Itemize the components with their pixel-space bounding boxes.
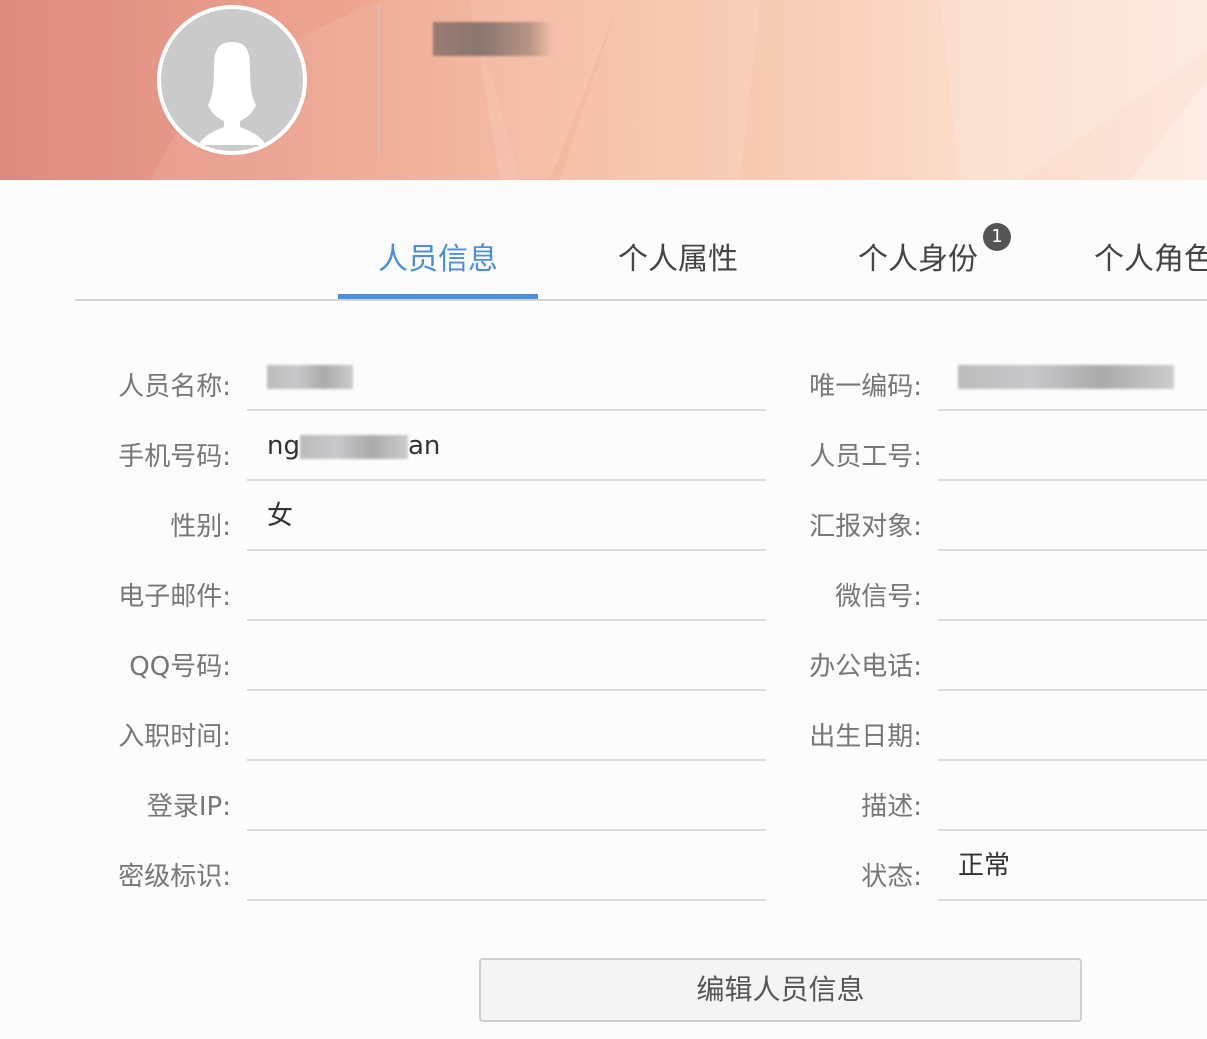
profile-header	[0, 0, 1207, 180]
status-field[interactable]: 正常	[938, 831, 1207, 901]
redacted-value	[267, 364, 353, 389]
unique-code-field[interactable]	[938, 341, 1207, 411]
field-label: 汇报对象:	[809, 512, 922, 542]
field-label: 登录IP:	[146, 792, 231, 822]
field-label: 密级标识:	[118, 862, 231, 892]
employee-number-field[interactable]	[938, 411, 1207, 481]
field-label: 人员工号:	[809, 442, 922, 472]
report-to-field[interactable]	[938, 481, 1207, 551]
birth-date-field[interactable]	[938, 691, 1207, 761]
field-label: 微信号:	[835, 582, 922, 612]
wechat-field[interactable]	[938, 551, 1207, 621]
field-label: 性别:	[170, 512, 231, 542]
user-name-redacted	[433, 22, 553, 56]
header-divider	[378, 5, 380, 158]
office-phone-field[interactable]	[938, 621, 1207, 691]
phone-field[interactable]: ng an	[247, 411, 766, 481]
redacted-value	[299, 434, 408, 459]
field-label: 唯一编码:	[809, 372, 922, 402]
tab-personal-attributes[interactable]: 个人属性	[578, 210, 778, 299]
security-level-field[interactable]	[247, 831, 766, 901]
tab-label: 个人角色	[1094, 242, 1207, 277]
identity-count-badge: 1	[983, 223, 1011, 251]
login-ip-field[interactable]	[247, 761, 766, 831]
tab-bar: 人员信息 个人属性 个人身份 1 个人角色	[75, 210, 1207, 301]
tab-label: 个人属性	[618, 242, 738, 277]
person-name-field[interactable]	[247, 341, 766, 411]
field-label: 出生日期:	[809, 722, 922, 752]
field-label: 人员名称:	[118, 372, 231, 402]
field-label: 手机号码:	[118, 442, 231, 472]
field-label: 入职时间:	[118, 722, 231, 752]
tab-person-info[interactable]: 人员信息	[338, 210, 538, 299]
value-prefix: ng	[267, 431, 300, 461]
tab-personal-roles[interactable]: 个人角色	[1058, 210, 1207, 299]
field-label: QQ号码:	[129, 652, 231, 682]
field-label: 电子邮件:	[118, 582, 231, 612]
field-label: 状态:	[861, 862, 922, 892]
gender-field[interactable]: 女	[247, 481, 766, 551]
edit-person-info-button[interactable]: 编辑人员信息	[479, 958, 1082, 1022]
field-label: 描述:	[861, 792, 922, 822]
avatar[interactable]	[157, 5, 307, 155]
email-field[interactable]	[247, 551, 766, 621]
description-field[interactable]	[938, 761, 1207, 831]
tab-personal-identity[interactable]: 个人身份	[818, 210, 1018, 299]
hire-date-field[interactable]	[247, 691, 766, 761]
value-suffix: an	[407, 431, 441, 461]
tab-label: 人员信息	[378, 242, 498, 277]
field-label: 办公电话:	[809, 652, 922, 682]
redacted-value	[958, 364, 1174, 389]
tab-label: 个人身份	[858, 242, 978, 277]
qq-field[interactable]	[247, 621, 766, 691]
female-avatar-icon	[198, 42, 266, 145]
